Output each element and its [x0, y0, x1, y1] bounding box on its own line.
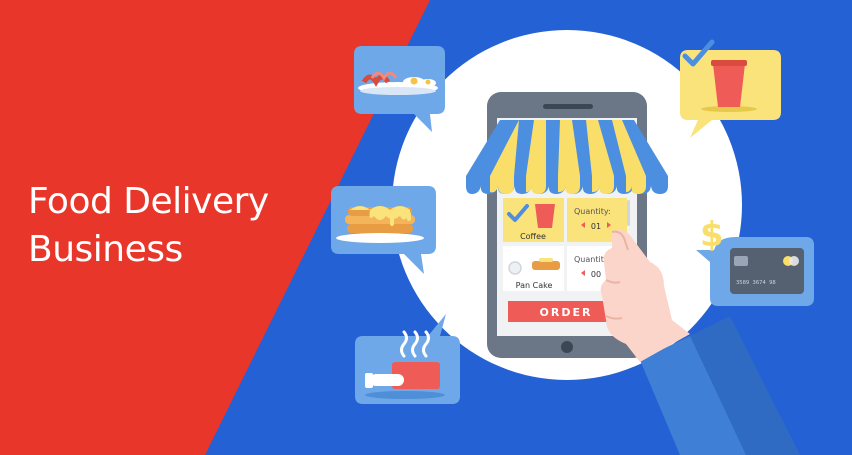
- coffee-cup-icon: [535, 204, 555, 228]
- scrollbar[interactable]: [627, 200, 630, 226]
- card-number: 3589 3674 98: [736, 280, 776, 286]
- item-name: Coffee: [520, 232, 546, 241]
- headline-line-1: Food Delivery: [28, 181, 269, 222]
- pancake-item-icon: [532, 261, 560, 270]
- dollar-icon: $: [700, 215, 724, 255]
- unchecked-circle-icon[interactable]: [508, 261, 522, 275]
- quantity-value: 01: [591, 222, 601, 231]
- quantity-label: Quantity:: [574, 207, 611, 216]
- quantity-value: 00: [591, 270, 601, 279]
- item-name: Pan Cake: [516, 281, 553, 290]
- page-title: Food Delivery Business: [28, 178, 269, 274]
- order-button-label: ORDER: [540, 306, 593, 319]
- headline-line-2: Business: [28, 229, 183, 270]
- shop-awning: [466, 120, 668, 194]
